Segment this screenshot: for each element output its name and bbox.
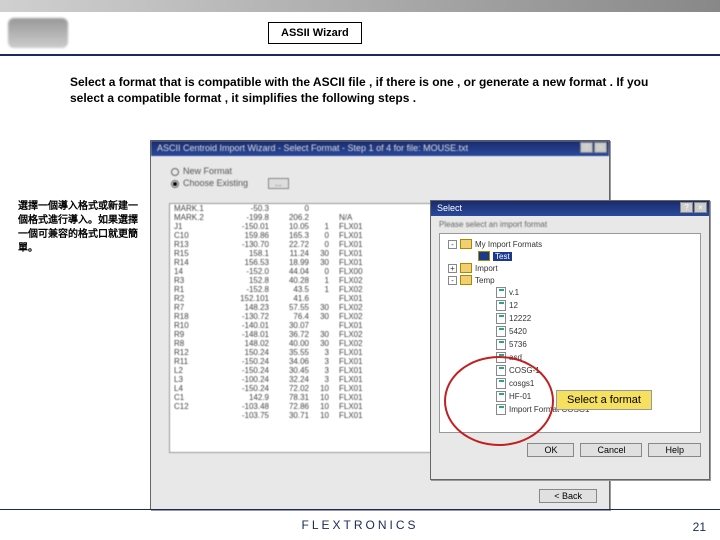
help-icon[interactable]: ? <box>580 142 593 153</box>
cancel-button[interactable]: Cancel <box>580 443 642 457</box>
wizard-tab: ASSII Wizard <box>268 22 362 44</box>
tree-item[interactable]: 12 <box>484 299 696 312</box>
wizard-titlebar: ASCII Centroid Import Wizard - Select Fo… <box>151 141 609 156</box>
radio-choose-existing[interactable]: Choose Existing... <box>171 178 589 189</box>
page-number: 21 <box>693 520 706 534</box>
select-dialog-titlebar: Select ? × <box>431 201 709 216</box>
page-description: Select a format that is compatible with … <box>70 74 680 106</box>
tree-item[interactable]: asd <box>484 351 696 364</box>
select-dialog-title-text: Select <box>437 203 462 213</box>
tree-item[interactable]: cosgs1 <box>484 377 696 390</box>
browse-format-button[interactable]: ... <box>268 178 289 189</box>
tree-item[interactable]: 12222 <box>484 312 696 325</box>
back-button[interactable]: < Back <box>539 489 597 503</box>
radio-new-format[interactable]: New Format <box>171 166 589 176</box>
tree-item[interactable]: 5420 <box>484 325 696 338</box>
tree-item[interactable]: -Temp <box>448 274 696 286</box>
tree-item[interactable]: Test <box>466 250 696 262</box>
callout-label: Select a format <box>556 390 652 410</box>
select-format-dialog: Select ? × Please select an import forma… <box>430 200 710 480</box>
tree-item[interactable]: -My Import Formats <box>448 238 696 250</box>
device-thumbnail <box>8 18 68 48</box>
tree-item[interactable]: 5736 <box>484 338 696 351</box>
tree-item[interactable]: +Import <box>448 262 696 274</box>
footer-logo: FLEXTRONICS <box>0 518 720 532</box>
ok-button[interactable]: OK <box>527 443 574 457</box>
tree-item[interactable]: COSG-1 <box>484 364 696 377</box>
wizard-title-text: ASCII Centroid Import Wizard - Select Fo… <box>157 143 468 153</box>
side-note-chinese: 選擇一個導入格式或新建一個格式進行導入。如果選擇一個可兼容的格式口就更簡單。 <box>18 200 138 256</box>
help-icon[interactable]: ? <box>680 202 693 213</box>
tree-item[interactable]: v.1 <box>484 286 696 299</box>
select-dialog-hint: Please select an import format <box>439 220 701 229</box>
close-icon[interactable]: × <box>594 142 607 153</box>
close-icon[interactable]: × <box>694 202 707 213</box>
help-button[interactable]: Help <box>648 443 701 457</box>
